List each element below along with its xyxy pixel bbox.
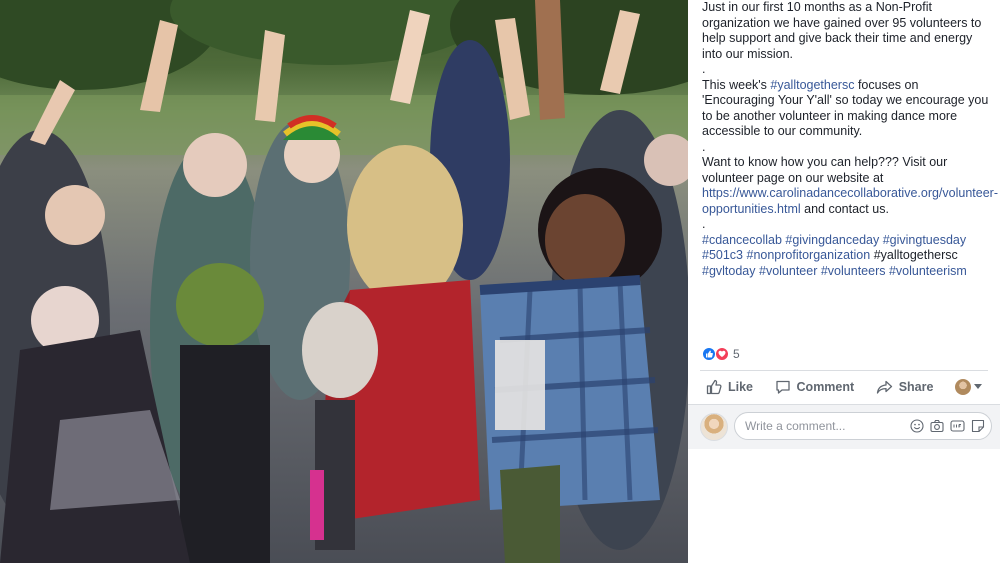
post-paragraph-2-prefix: This week's bbox=[702, 77, 771, 92]
share-button[interactable]: Share bbox=[870, 375, 940, 399]
post-paragraph-1: Just in our first 10 months as a Non-Pro… bbox=[702, 0, 982, 61]
comment-bubble-icon bbox=[775, 380, 790, 394]
hashtag-link[interactable]: #501c3 bbox=[702, 248, 743, 262]
camera-icon[interactable] bbox=[930, 419, 944, 433]
photo-illustration bbox=[0, 0, 688, 563]
post-as-selector[interactable] bbox=[949, 375, 988, 399]
hashtag-link[interactable]: #gvltoday bbox=[702, 264, 756, 278]
hashtag-link[interactable]: #volunteers bbox=[821, 264, 886, 278]
hashtag-link[interactable]: #givingdanceday bbox=[785, 233, 879, 247]
comment-tools bbox=[910, 419, 985, 433]
divider bbox=[700, 370, 988, 371]
comment-input[interactable] bbox=[743, 418, 910, 434]
hashtag-link[interactable]: #yalltogethersc bbox=[770, 78, 854, 92]
gif-icon[interactable] bbox=[950, 419, 965, 433]
comment-label: Comment bbox=[796, 380, 855, 394]
hashtag-link[interactable]: #nonprofitorganization bbox=[747, 248, 871, 262]
commenter-avatar bbox=[700, 413, 728, 441]
reaction-count[interactable]: 5 bbox=[733, 347, 740, 361]
thumbs-up-icon bbox=[706, 379, 722, 395]
post-actions-bar: Like Comment Share bbox=[700, 372, 988, 402]
comment-button[interactable]: Comment bbox=[769, 375, 861, 399]
comment-composer bbox=[688, 404, 1000, 449]
post-separator-3: . bbox=[702, 217, 706, 231]
post-side-panel: Just in our first 10 months as a Non-Pro… bbox=[688, 0, 1000, 563]
hashtag-link[interactable]: #givingtuesday bbox=[883, 233, 966, 247]
hashtag-link[interactable]: #cdancecollab bbox=[702, 233, 782, 247]
profile-avatar bbox=[954, 379, 971, 395]
post-paragraph-3-suffix: and contact us. bbox=[800, 201, 889, 216]
post-paragraph-2: This week's #yalltogethersc focuses on '… bbox=[702, 78, 990, 140]
like-label: Like bbox=[728, 380, 754, 394]
post-paragraph-3: Want to know how you can help??? Visit o… bbox=[702, 155, 998, 217]
post-separator-2: . bbox=[702, 139, 706, 154]
like-button[interactable]: Like bbox=[700, 375, 759, 399]
post-separator-1: . bbox=[702, 62, 706, 76]
post-body-text: Just in our first 10 months as a Non-Pro… bbox=[702, 0, 998, 280]
share-label: Share bbox=[898, 380, 934, 394]
love-reaction-icon bbox=[715, 347, 729, 361]
sticker-icon[interactable] bbox=[971, 419, 985, 433]
post-photo[interactable] bbox=[0, 0, 688, 563]
share-arrow-icon bbox=[876, 380, 892, 394]
reactions-summary[interactable]: 5 bbox=[702, 345, 740, 363]
emoji-icon[interactable] bbox=[910, 419, 924, 433]
comment-input-wrapper[interactable] bbox=[734, 412, 992, 440]
post-hashtags: #cdancecollab #givingdanceday #givingtue… bbox=[702, 233, 990, 280]
caret-down-icon bbox=[973, 384, 982, 389]
hashtag-text: #yalltogethersc bbox=[873, 248, 958, 262]
hashtag-link[interactable]: #volunteer bbox=[759, 264, 817, 278]
like-reaction-icon bbox=[702, 347, 716, 361]
hashtag-link[interactable]: #volunteerism bbox=[889, 264, 967, 278]
post-paragraph-3-prefix: Want to know how you can help??? Visit o… bbox=[702, 155, 948, 185]
